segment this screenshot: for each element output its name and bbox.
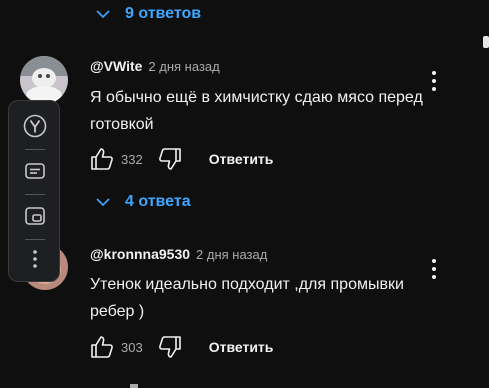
next-comment-edge [130,384,138,388]
dislike-icon[interactable] [157,146,183,172]
comment-actions: 332 Ответить [89,146,273,172]
comment-actions: 303 Ответить [89,334,273,360]
more-actions-icon[interactable] [424,256,444,282]
comment-author[interactable]: @VWite [90,58,142,74]
more-vertical-icon[interactable] [22,246,48,272]
reply-button[interactable]: Ответить [209,151,274,167]
replies-toggle[interactable]: 4 ответа [95,193,191,211]
chevron-down-icon [96,10,110,19]
comment-author[interactable]: @kronnna9530 [90,246,190,262]
comment-text: Утенок идеально подходит ,для промывки р… [90,276,404,320]
scrollbar-thumb[interactable] [483,36,489,48]
chevron-down-icon [96,198,110,207]
divider [25,149,45,150]
like-icon[interactable] [89,334,115,360]
replies-count-label: 4 ответа [125,193,191,210]
like-count: 332 [121,151,143,167]
picture-in-picture-icon[interactable] [22,203,48,229]
comment-header: @kronnna9530 2 дня назад [90,246,267,264]
comment-text: Я обычно ещё в химчистку сдаю мясо перед… [90,89,423,133]
comment-time[interactable]: 2 дня назад [148,59,219,74]
replies-count-label: 9 ответов [125,5,202,22]
like-icon[interactable] [89,146,115,172]
divider [25,239,45,240]
like-count: 303 [121,339,143,355]
more-actions-icon[interactable] [424,68,444,94]
dislike-icon[interactable] [157,334,183,360]
avatar[interactable] [20,56,68,104]
yandex-logo-icon[interactable] [22,113,48,139]
floating-side-panel [8,100,60,282]
comment-header: @VWite 2 дня назад [90,58,220,76]
replies-toggle-top[interactable]: 9 ответов [95,5,201,23]
comment-time[interactable]: 2 дня назад [196,247,267,262]
subtitles-icon[interactable] [22,158,48,184]
divider [25,194,45,195]
reply-button[interactable]: Ответить [209,339,274,355]
